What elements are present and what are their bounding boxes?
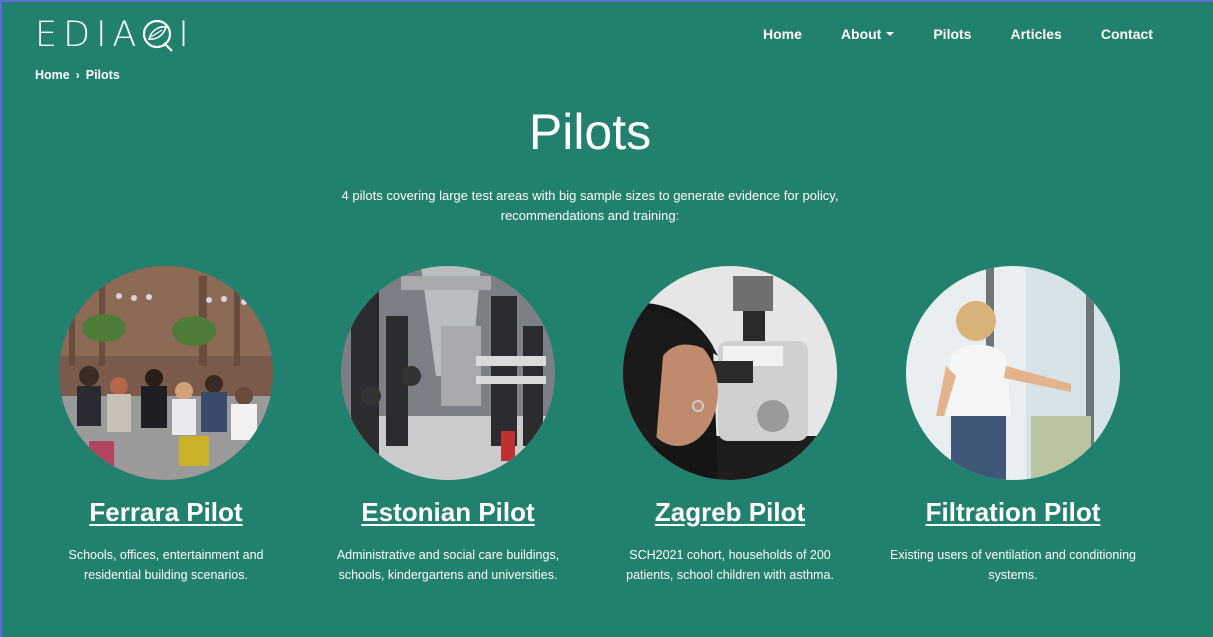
pilot-card-ferrara: Ferrara Pilot Schools, offices, entertai…	[24, 266, 308, 585]
person-at-window-photo	[906, 266, 1120, 480]
nav-about-label: About	[840, 26, 882, 42]
nav-pilots-label: Pilots	[933, 26, 972, 42]
nav-articles[interactable]: Articles	[1010, 26, 1061, 42]
microscope-photo	[623, 266, 837, 480]
nav-contact-label: Contact	[1100, 26, 1153, 42]
breadcrumb: Home › Pilots	[35, 68, 120, 82]
pilot-title-link[interactable]: Zagreb Pilot	[588, 497, 872, 528]
main-nav: Home About Pilots Articles Contact	[763, 26, 1192, 42]
nav-about[interactable]: About	[840, 26, 895, 42]
nav-contact[interactable]: Contact	[1101, 26, 1153, 42]
breadcrumb-separator: ›	[75, 68, 80, 82]
pilot-photo[interactable]	[341, 266, 555, 480]
leaf-q-logo-icon	[143, 19, 174, 52]
page-intro: 4 pilots covering large test areas with …	[341, 188, 839, 223]
breadcrumb-home-link[interactable]: Home	[35, 68, 70, 82]
breadcrumb-current: Pilots	[85, 68, 120, 82]
page-title: Pilots	[528, 104, 652, 160]
ventilation-plant-room-photo	[341, 266, 555, 480]
pilot-description: Existing users of ventilation and condit…	[890, 548, 1136, 582]
caret-down-icon	[886, 32, 895, 36]
nav-home[interactable]: Home	[763, 26, 802, 42]
pilot-photo[interactable]	[623, 266, 837, 480]
brand-name-left: EDIA	[35, 15, 143, 55]
brand-logo[interactable]: EDIA I	[35, 15, 195, 55]
pilot-photo[interactable]	[59, 266, 273, 480]
nav-articles-label: Articles	[1010, 26, 1062, 42]
pilot-photo[interactable]	[906, 266, 1120, 480]
nav-home-label: Home	[763, 26, 802, 42]
pilot-description: Administrative and social care buildings…	[336, 548, 560, 582]
pilot-card-filtration: Filtration Pilot Existing users of venti…	[871, 266, 1155, 585]
pilot-card-zagreb: Zagreb Pilot SCH2021 cohort, households …	[588, 266, 872, 585]
people-workshop-photo	[59, 266, 273, 480]
nav-pilots[interactable]: Pilots	[933, 26, 971, 42]
pilot-card-estonian: Estonian Pilot Administrative and social…	[306, 266, 590, 585]
pilot-description: SCH2021 cohort, households of 200 patien…	[626, 548, 834, 582]
pilot-title-link[interactable]: Filtration Pilot	[871, 497, 1155, 528]
brand-name-right: I	[178, 15, 195, 55]
pilot-title-link[interactable]: Ferrara Pilot	[24, 497, 308, 528]
pilot-title-link[interactable]: Estonian Pilot	[306, 497, 590, 528]
pilot-description: Schools, offices, entertainment and resi…	[68, 548, 264, 582]
